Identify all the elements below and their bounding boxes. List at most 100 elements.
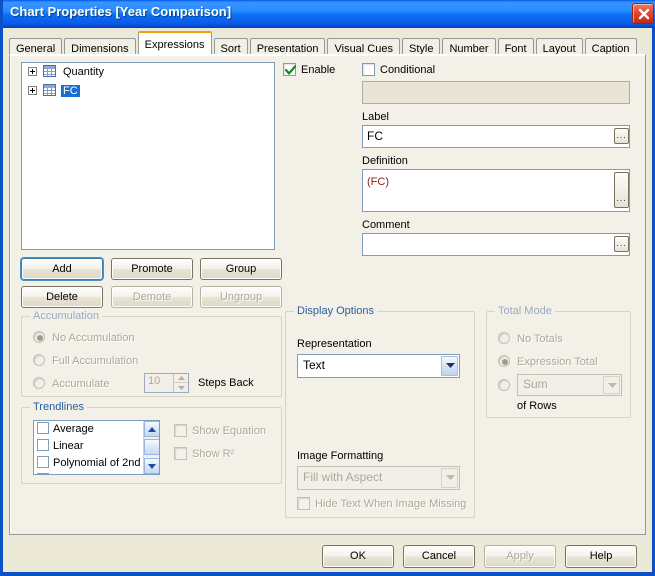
accumulate-label: Accumulate — [52, 378, 109, 390]
definition-input[interactable]: (FC) — [362, 169, 630, 212]
conditional-checkbox[interactable] — [362, 63, 375, 76]
grid-icon — [43, 84, 56, 96]
ungroup-button: Ungroup — [200, 286, 282, 308]
display-options-group: Display Options Representation Text Imag… — [285, 311, 475, 518]
stepper-down-icon — [174, 383, 188, 392]
enable-label: Enable — [301, 64, 335, 76]
scroll-up-icon[interactable] — [144, 421, 160, 437]
comment-input[interactable] — [362, 233, 630, 256]
hide-text-checkbox — [297, 497, 310, 510]
no-totals-radio — [498, 332, 510, 344]
help-button[interactable]: Help — [565, 545, 637, 568]
chart-properties-dialog: Chart Properties [Year Comparison] Gener… — [0, 0, 655, 576]
of-rows-label: of Rows — [517, 400, 557, 412]
label-input[interactable]: FC — [362, 125, 630, 148]
list-item[interactable]: Polynomial of 2nd d — [34, 455, 159, 472]
conditional-field — [362, 81, 630, 104]
label-browse-button[interactable]: ... — [614, 128, 629, 144]
definition-caption: Definition — [362, 155, 408, 167]
grid-icon — [43, 65, 56, 77]
chevron-down-icon — [603, 376, 620, 394]
list-item[interactable]: Linear — [34, 438, 159, 455]
no-accumulation-radio — [33, 331, 45, 343]
show-equation-label: Show Equation — [192, 425, 266, 437]
add-button[interactable]: Add — [21, 258, 103, 280]
ok-button[interactable]: OK — [322, 545, 394, 568]
list-item-label: Polynomial of 2nd d — [53, 457, 150, 469]
promote-button[interactable]: Promote — [111, 258, 193, 280]
no-accumulation-label: No Accumulation — [52, 332, 135, 344]
image-formatting-caption: Image Formatting — [297, 450, 383, 462]
expressions-tab-page: Quantity FC Add Promote Group Delete Dem… — [9, 54, 646, 535]
tab-label: Expressions — [145, 39, 205, 51]
group-button[interactable]: Group — [200, 258, 282, 280]
trendlines-group-label: Trendlines — [30, 401, 87, 413]
representation-value: Text — [303, 358, 325, 372]
expression-total-radio — [498, 355, 510, 367]
apply-button: Apply — [484, 545, 556, 568]
tab-expressions[interactable]: Expressions — [138, 31, 212, 54]
stepper-buttons — [173, 374, 188, 392]
trendlines-scrollbar[interactable] — [143, 421, 159, 474]
list-item-label: Polynomial of 3rd d — [53, 474, 147, 475]
delete-button[interactable]: Delete — [21, 286, 103, 308]
trendlines-group: Trendlines Average Linear Polynomial of … — [21, 407, 282, 484]
accumulation-group-label: Accumulation — [30, 310, 102, 322]
expand-plus-icon[interactable] — [28, 86, 37, 95]
chevron-down-icon[interactable] — [441, 356, 458, 376]
trendline-checkbox[interactable] — [37, 422, 49, 434]
total-mode-group-label: Total Mode — [495, 305, 555, 317]
comment-browse-button[interactable]: ... — [614, 236, 629, 252]
tree-item-quantity[interactable]: Quantity — [22, 63, 274, 82]
close-icon[interactable] — [632, 3, 654, 24]
representation-caption: Representation — [297, 338, 372, 350]
total-mode-group: Total Mode No Totals Expression Total Su… — [486, 311, 631, 418]
steps-back-value: 10 — [148, 375, 160, 387]
label-caption: Label — [362, 111, 389, 123]
steps-back-stepper: 10 — [144, 373, 189, 393]
chevron-down-icon — [441, 468, 458, 488]
list-item[interactable]: Polynomial of 3rd d — [34, 472, 159, 475]
trendline-checkbox[interactable] — [37, 439, 49, 451]
representation-select[interactable]: Text — [297, 354, 460, 378]
title-bar: Chart Properties [Year Comparison] — [3, 0, 655, 28]
cancel-button[interactable]: Cancel — [403, 545, 475, 568]
hide-text-label: Hide Text When Image Missing — [315, 498, 466, 510]
tab-strip: GeneralDimensionsExpressionsSortPresenta… — [9, 34, 639, 55]
accumulation-group: Accumulation No Accumulation Full Accumu… — [21, 316, 282, 397]
enable-checkbox[interactable] — [283, 63, 296, 76]
expand-plus-icon[interactable] — [28, 67, 37, 76]
full-accumulation-radio — [33, 354, 45, 366]
scroll-down-icon[interactable] — [144, 458, 160, 474]
definition-browse-button[interactable]: ... — [614, 172, 629, 208]
display-options-group-label: Display Options — [294, 305, 377, 317]
no-totals-label: No Totals — [517, 333, 563, 345]
expression-tree[interactable]: Quantity FC — [21, 62, 275, 250]
show-r2-checkbox — [174, 447, 187, 460]
demote-button: Demote — [111, 286, 193, 308]
tree-item-label: Quantity — [61, 66, 106, 78]
list-item[interactable]: Average — [34, 421, 159, 438]
show-r2-label: Show R² — [192, 448, 234, 460]
expression-total-label: Expression Total — [517, 356, 598, 368]
list-item-label: Average — [53, 423, 94, 435]
aggregation-radio — [498, 379, 510, 391]
aggregation-select: Sum — [517, 374, 622, 396]
list-item-label: Linear — [53, 440, 84, 452]
window-title: Chart Properties [Year Comparison] — [10, 4, 231, 19]
full-accumulation-label: Full Accumulation — [52, 355, 138, 367]
show-equation-checkbox — [174, 424, 187, 437]
image-formatting-select: Fill with Aspect — [297, 466, 460, 490]
image-formatting-value: Fill with Aspect — [303, 470, 382, 484]
trendline-checkbox[interactable] — [37, 473, 49, 475]
comment-caption: Comment — [362, 219, 410, 231]
scrollbar-thumb[interactable] — [144, 439, 160, 455]
conditional-label: Conditional — [380, 64, 435, 76]
tree-item-fc[interactable]: FC — [22, 82, 274, 101]
steps-back-label: Steps Back — [198, 377, 254, 389]
tree-item-label: FC — [61, 85, 80, 97]
accumulate-radio — [33, 377, 45, 389]
trendlines-list[interactable]: Average Linear Polynomial of 2nd d Polyn… — [33, 420, 160, 475]
trendline-checkbox[interactable] — [37, 456, 49, 468]
stepper-up-icon — [174, 374, 188, 383]
